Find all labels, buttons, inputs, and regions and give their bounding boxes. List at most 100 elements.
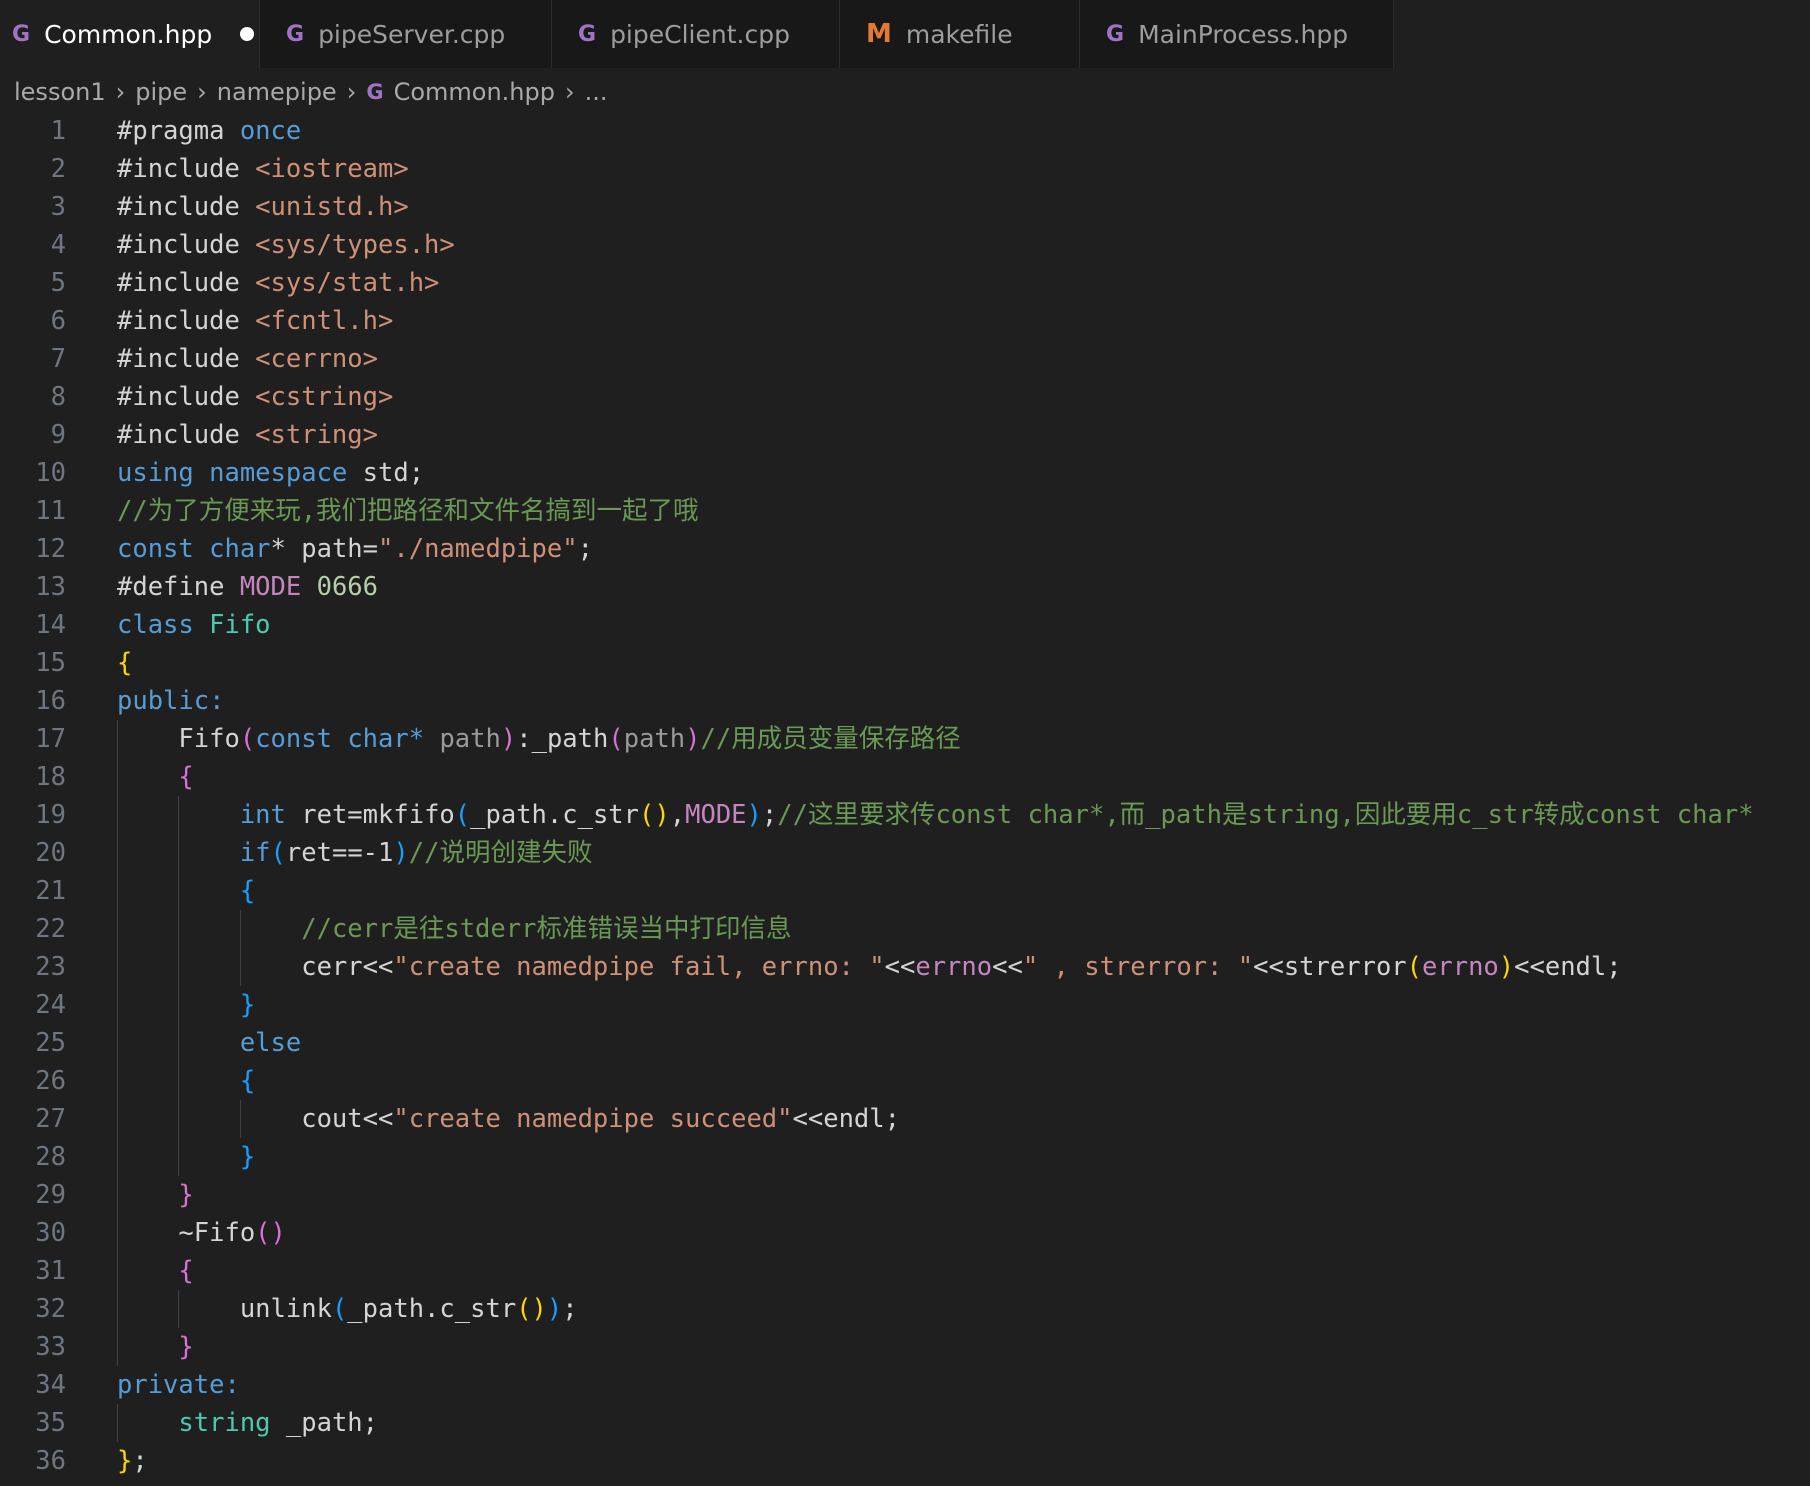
unsaved-dot-icon[interactable] (240, 27, 255, 41)
code-token: cerr<< (117, 952, 394, 982)
line-number: 14 (35, 610, 66, 640)
code-line[interactable]: 36}; (0, 1442, 1810, 1480)
code-token: "create namedpipe succeed" (393, 1104, 793, 1134)
code-text: private: (117, 1366, 240, 1404)
code-line[interactable]: 14 class Fifo (0, 606, 1810, 644)
code-line[interactable]: 9 #include <string> (0, 416, 1810, 454)
code-line[interactable]: 8 #include <cstring> (0, 378, 1810, 416)
line-number: 19 (35, 800, 66, 830)
breadcrumb-item-symbols[interactable]: ... (585, 78, 608, 106)
code-line[interactable]: 25 else (0, 1024, 1810, 1062)
code-line[interactable]: 3 #include <unistd.h> (0, 188, 1810, 226)
code-line[interactable]: 17 Fifo(const char* path):_path(path)//用… (0, 720, 1810, 758)
code-token: * path= (270, 534, 379, 564)
code-text: #include <fcntl.h> (117, 302, 393, 340)
code-token: errno (1422, 952, 1499, 982)
code-line[interactable]: 20 if(ret==-1)//说明创建失败 (0, 834, 1810, 872)
code-line[interactable]: 24 } (0, 986, 1810, 1024)
code-token: errno (915, 952, 993, 982)
code-token: if (239, 838, 271, 868)
line-number: 4 (50, 230, 66, 260)
code-line[interactable]: 12 const char* path="./namedpipe"; (0, 530, 1810, 568)
code-text: using namespace std; (117, 454, 424, 492)
code-text: string _path; (117, 1404, 378, 1442)
tab-pipeserver-cpp[interactable]: G pipeServer.cpp (260, 0, 552, 68)
tab-mainprocess-hpp[interactable]: G MainProcess.hpp (1080, 0, 1394, 68)
code-line[interactable]: 22 //cerr是往stderr标准错误当中打印信息 (0, 910, 1810, 948)
code-line[interactable]: 19 int ret=mkfifo(_path.c_str(),MODE);//… (0, 796, 1810, 834)
line-number: 23 (35, 952, 66, 982)
code-line[interactable]: 26 { (0, 1062, 1810, 1100)
code-text: Fifo(const char* path):_path(path)//用成员变… (117, 720, 960, 758)
code-line[interactable]: 29 } (0, 1176, 1810, 1214)
code-token: } (239, 1142, 256, 1172)
code-line[interactable]: 33 } (0, 1328, 1810, 1366)
code-line[interactable]: 5 #include <sys/stat.h> (0, 264, 1810, 302)
code-token: else (239, 1028, 302, 1058)
breadcrumb-item-namepipe[interactable]: namepipe (217, 78, 337, 106)
code-token: #include (117, 268, 256, 298)
code-line[interactable]: 35 string _path; (0, 1404, 1810, 1442)
code-line[interactable]: 21 { (0, 872, 1810, 910)
tab-label-common: Common.hpp (44, 19, 213, 49)
chevron-right-icon: › (564, 78, 575, 106)
tab-pipeclient-cpp[interactable]: G pipeClient.cpp (552, 0, 840, 68)
line-number: 29 (35, 1180, 66, 1210)
line-number: 32 (35, 1294, 66, 1324)
code-token: once (239, 116, 302, 146)
code-line[interactable]: 16 public: (0, 682, 1810, 720)
code-line[interactable]: 6 #include <fcntl.h> (0, 302, 1810, 340)
code-token: () (639, 800, 670, 830)
code-line[interactable]: 32 unlink(_path.c_str()); (0, 1290, 1810, 1328)
code-token: <string> (255, 420, 378, 450)
code-token: ) (685, 724, 701, 754)
code-line[interactable]: 23 cerr<<"create namedpipe fail, errno: … (0, 948, 1810, 986)
chevron-right-icon: › (197, 78, 207, 106)
code-line[interactable]: 10 using namespace std; (0, 454, 1810, 492)
code-token: << (992, 952, 1023, 982)
code-text: { (117, 872, 255, 910)
line-number: 28 (35, 1142, 66, 1172)
code-line[interactable]: 27 cout<<"create namedpipe succeed"<<end… (0, 1100, 1810, 1138)
tab-common-hpp-active[interactable]: G Common.hpp (0, 0, 260, 68)
code-token: ~Fifo (117, 1218, 256, 1248)
code-line[interactable]: 31 { (0, 1252, 1810, 1290)
code-line[interactable]: 18 { (0, 758, 1810, 796)
code-line[interactable]: 30 ~Fifo() (0, 1214, 1810, 1252)
code-line[interactable]: 15 { (0, 644, 1810, 682)
breadcrumb-item-pipe[interactable]: pipe (135, 78, 187, 106)
code-token: ( (331, 1294, 348, 1324)
code-token: () (516, 1294, 547, 1324)
code-token: ; (761, 800, 778, 830)
line-number: 22 (35, 914, 66, 944)
code-text: { (117, 644, 132, 682)
code-token: class (117, 610, 210, 640)
code-line[interactable]: 1 #pragma once (0, 112, 1810, 150)
breadcrumb-item-lesson1[interactable]: lesson1 (14, 78, 106, 106)
code-token: string (178, 1408, 286, 1438)
tab-makefile[interactable]: M makefile (840, 0, 1080, 68)
code-line[interactable]: 4 #include <sys/types.h> (0, 226, 1810, 264)
code-token: Fifo (209, 610, 271, 640)
code-line[interactable]: 13 #define MODE 0666 (0, 568, 1810, 606)
line-number: 33 (35, 1332, 66, 1362)
code-line[interactable]: 28 } (0, 1138, 1810, 1176)
tab-strip: G Common.hpp G pipeServer.cpp G pipeClie… (0, 0, 1810, 68)
code-token: ; (562, 1294, 578, 1324)
line-number: 5 (50, 268, 66, 298)
code-token: <<strerror (1253, 952, 1407, 982)
code-editor[interactable]: 1 #pragma once 2 #include <iostream> 3 #inclu… (0, 112, 1810, 1486)
code-text: cout<<"create namedpipe succeed"<<endl; (117, 1100, 900, 1138)
code-line[interactable]: 34 private: (0, 1366, 1810, 1404)
line-number: 6 (50, 306, 66, 336)
code-token: :_path (516, 724, 609, 754)
code-line[interactable]: 7 #include <cerrno> (0, 340, 1810, 378)
breadcrumb-item-file[interactable]: Common.hpp (394, 78, 555, 106)
code-text: //为了方便来玩,我们把路径和文件名搞到一起了哦 (117, 492, 699, 530)
code-line[interactable]: 11 //为了方便来玩,我们把路径和文件名搞到一起了哦 (0, 492, 1810, 530)
code-line[interactable]: 2 #include <iostream> (0, 150, 1810, 188)
code-text: unlink(_path.c_str()); (117, 1290, 578, 1328)
code-token: ; (577, 534, 593, 564)
